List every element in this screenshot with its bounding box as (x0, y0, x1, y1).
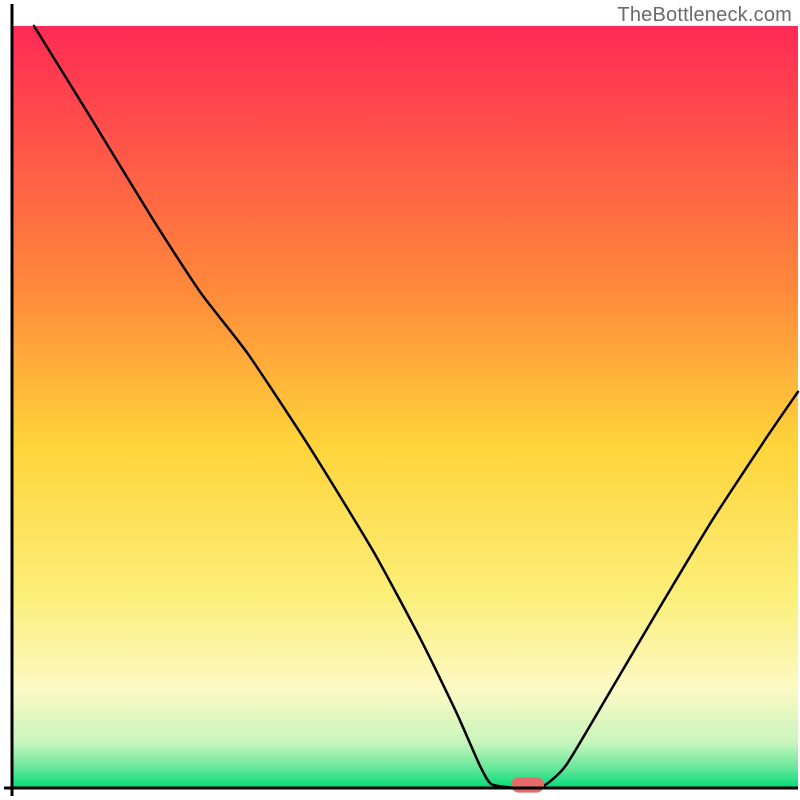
plot-background (12, 26, 798, 788)
watermark-label: TheBottleneck.com (617, 4, 792, 27)
chart-svg (0, 0, 800, 800)
optimal-marker (511, 777, 544, 792)
bottleneck-chart: TheBottleneck.com (0, 0, 800, 800)
